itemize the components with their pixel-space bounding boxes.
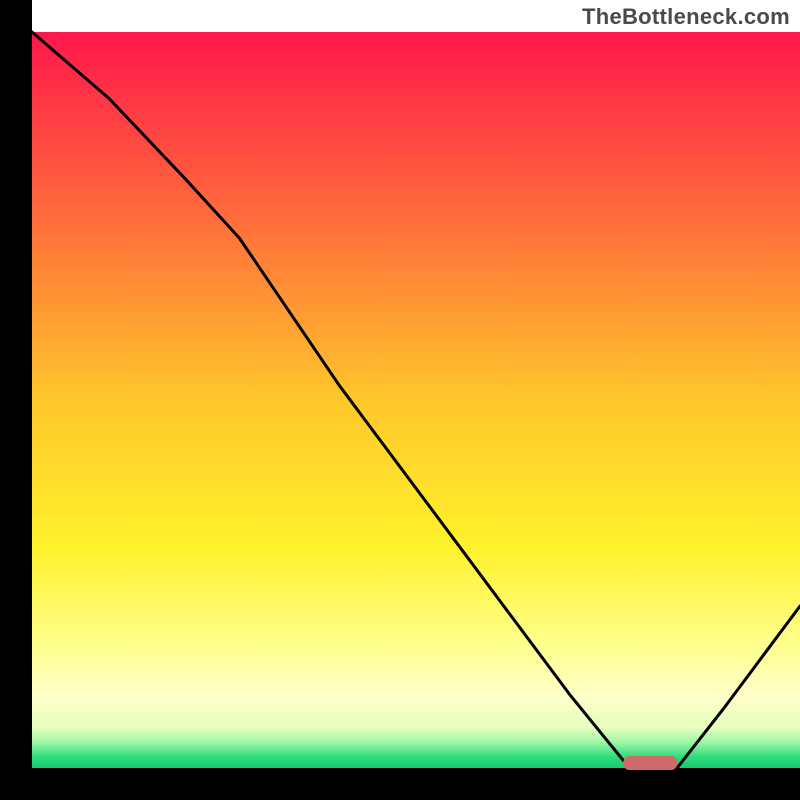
watermark-text: TheBottleneck.com: [582, 4, 790, 30]
bottleneck-chart: [0, 0, 800, 800]
axis-bar: [0, 768, 800, 800]
highlight-marker: [623, 756, 677, 770]
axis-bar: [0, 0, 32, 800]
plot-background: [32, 32, 800, 768]
chart-container: TheBottleneck.com: [0, 0, 800, 800]
